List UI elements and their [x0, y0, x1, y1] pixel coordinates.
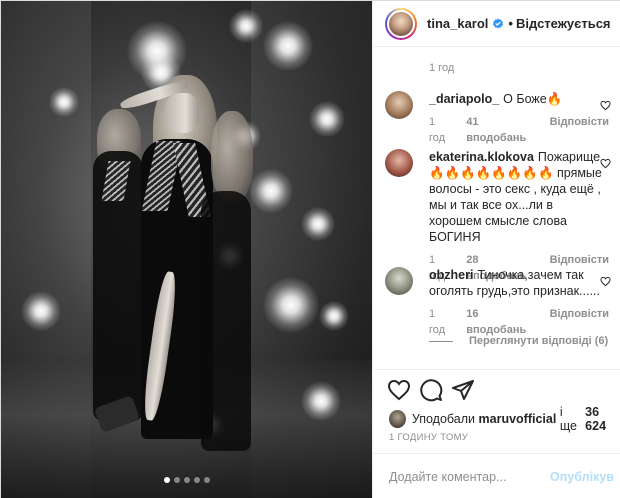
carousel-indicator[interactable]	[163, 477, 210, 483]
author-username[interactable]: tina_karol	[427, 16, 488, 31]
reply-button[interactable]: Відповісти	[550, 306, 609, 338]
comment-likes[interactable]: 16 вподобань	[466, 306, 535, 338]
comment-time[interactable]: 1 год	[429, 306, 452, 338]
publish-button[interactable]: Опублікув	[550, 470, 614, 484]
carousel-dot[interactable]	[163, 477, 170, 483]
comment-input[interactable]	[389, 469, 551, 484]
comment-time[interactable]: 1 год	[429, 114, 452, 146]
post-photo[interactable]	[1, 1, 372, 498]
replies-divider	[429, 340, 453, 342]
view-replies-button[interactable]: Переглянути відповіді (6)	[429, 335, 608, 347]
likes-connector: і ще	[559, 405, 577, 433]
instagram-post: tina_karol • Відстежується 1 год _dariapo…	[0, 0, 620, 498]
verified-badge-icon	[493, 18, 504, 28]
sparkle	[229, 9, 263, 43]
face	[165, 93, 199, 133]
commenter-avatar[interactable]	[385, 91, 413, 119]
sparkle	[309, 101, 345, 137]
likes-summary: Уподобали maruvofficial і ще 36 624	[389, 405, 620, 433]
heart-icon[interactable]	[600, 276, 611, 287]
commenter-avatar[interactable]	[385, 149, 413, 177]
post-actions	[373, 369, 620, 407]
commenter-username[interactable]: _dariapolo_	[429, 92, 499, 106]
carousel-dot[interactable]	[193, 477, 200, 483]
sparkle	[21, 291, 61, 331]
author-avatar[interactable]	[385, 7, 417, 40]
comment-text: О Боже🔥	[503, 92, 563, 106]
heart-icon[interactable]	[600, 158, 611, 169]
comment-text: Пожарище 🔥🔥🔥🔥🔥🔥🔥🔥 прямые волосы - это се…	[429, 150, 602, 244]
commenter-avatar[interactable]	[385, 267, 413, 295]
sparkle	[49, 87, 79, 117]
commenter-username[interactable]: ekaterina.klokova	[429, 150, 534, 164]
heart-icon[interactable]	[387, 378, 411, 402]
reply-button[interactable]: Відповісти	[550, 114, 609, 146]
sparkle	[319, 301, 349, 331]
likes-count[interactable]: 36 624	[585, 405, 620, 433]
sparkle	[301, 207, 335, 241]
commenter-username[interactable]: obzheri	[429, 268, 473, 282]
share-icon[interactable]	[451, 378, 475, 402]
sparkle	[301, 381, 341, 421]
following-status[interactable]: • Відстежується	[508, 16, 610, 31]
reflection-hair	[211, 111, 253, 201]
liker-avatar[interactable]	[389, 410, 406, 428]
sparkle	[263, 21, 313, 71]
add-comment-bar: Опублікув	[373, 453, 620, 498]
carousel-dot[interactable]	[203, 477, 210, 483]
comment-likes[interactable]: 41 вподобань	[466, 114, 535, 146]
reflection-dress	[201, 191, 251, 451]
comments-list: 1 год _dariapolo_ О Боже🔥 1 год 41 вподоб…	[373, 47, 620, 369]
carousel-dot[interactable]	[173, 477, 180, 483]
heart-icon[interactable]	[600, 100, 611, 111]
caption-time: 1 год	[429, 62, 455, 74]
carousel-dot[interactable]	[183, 477, 190, 483]
post-timestamp[interactable]: 1 ГОДИНУ ТОМУ	[389, 432, 468, 443]
sparkle	[263, 277, 319, 333]
liker-username[interactable]: maruvofficial	[479, 412, 557, 426]
sparkle	[249, 169, 293, 213]
comment-icon[interactable]	[419, 378, 443, 402]
likes-prefix: Уподобали	[411, 412, 476, 426]
post-header: tina_karol • Відстежується	[373, 1, 620, 47]
post-sidebar: tina_karol • Відстежується 1 год _dariapo…	[372, 1, 620, 498]
